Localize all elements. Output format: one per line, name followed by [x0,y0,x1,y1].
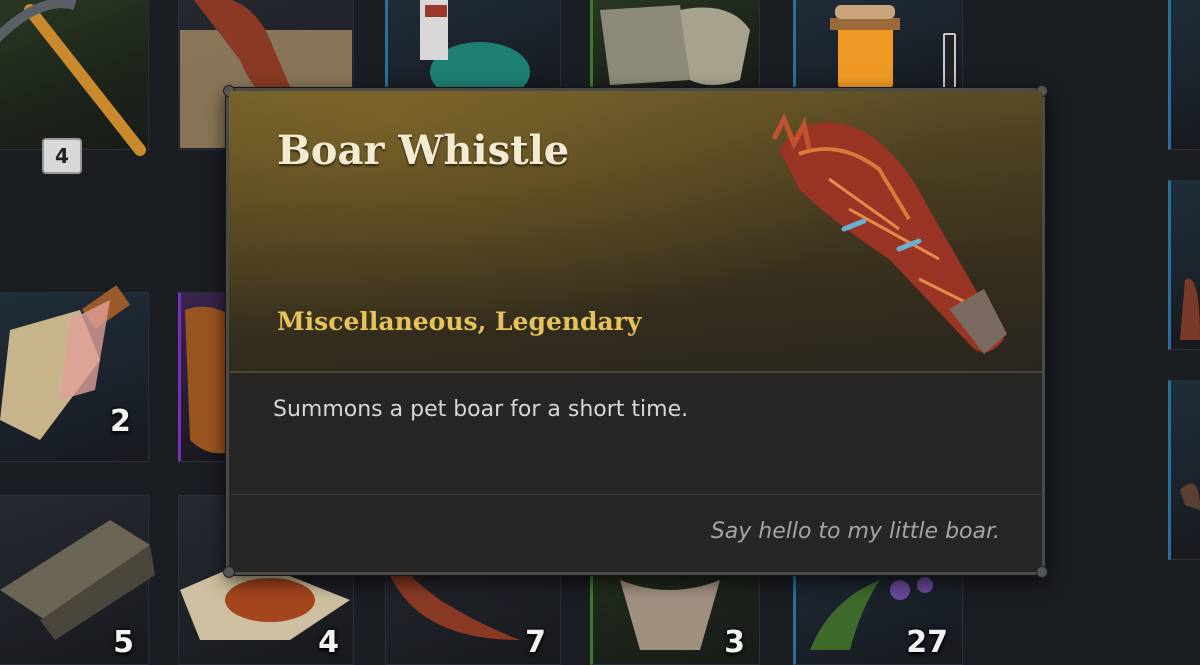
tooltip-corner-rivet [223,566,235,578]
item-count: 3 [724,625,745,660]
item-count: 7 [525,625,546,660]
item-count-badge: 4 [42,138,82,174]
inventory-slot-right-low[interactable] [1168,380,1200,560]
item-count: 4 [318,625,339,660]
item-tooltip: Boar Whistle Miscellaneous, Legendary Su… [223,85,1048,578]
tooltip-divider [229,494,1042,495]
tooltip-corner-rivet [1036,566,1048,578]
inventory-slot-wood[interactable]: 5 [0,495,149,665]
inventory-slot-right-top[interactable] [1168,0,1200,150]
inventory-slot-right-mid[interactable] [1168,180,1200,350]
item-description: Summons a pet boar for a short time. [273,397,689,422]
inventory-slot-potion-top[interactable] [385,0,561,90]
inventory-slot-pickaxe[interactable] [0,0,149,150]
item-flavor-text: Say hello to my little boar. [710,519,1000,544]
item-count: 2 [110,404,131,439]
item-count: 27 [906,625,948,660]
boar-horn-icon [771,112,1007,354]
inventory-slot-scroll[interactable] [590,0,760,90]
tooltip-header: Boar Whistle Miscellaneous, Legendary [229,91,1042,373]
inventory-slot-lantern[interactable] [793,0,963,90]
item-count: 5 [113,625,134,660]
scrollbar[interactable] [943,33,956,93]
item-name: Boar Whistle [277,127,570,174]
item-type-rarity: Miscellaneous, Legendary [277,307,642,336]
